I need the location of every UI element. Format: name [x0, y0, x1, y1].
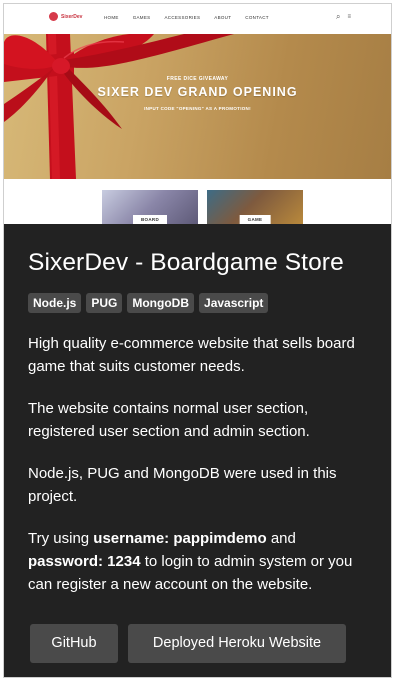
tech-tags: Node.js PUG MongoDB Javascript	[28, 293, 367, 313]
hero-kicker: FREE DICE GIVEAWAY	[166, 76, 229, 82]
project-card: SixerDev HOME GAMES ACCESSORIES ABOUT CO…	[3, 3, 392, 678]
tag-javascript: Javascript	[199, 293, 269, 313]
deployed-website-button[interactable]: Deployed Heroku Website	[128, 624, 346, 663]
logo-text: SixerDev	[61, 13, 83, 20]
nav-icons: ⌕ ≡	[336, 13, 351, 21]
login-text-1: Try using	[28, 530, 94, 547]
nav-games[interactable]: GAMES	[133, 15, 151, 20]
description-3: Node.js, PUG and MongoDB were used in th…	[28, 465, 337, 505]
github-button[interactable]: GitHub	[30, 624, 118, 663]
hero-subtitle: INPUT CODE "OPENING" AS A PROMOTION!	[144, 106, 251, 111]
nav-home[interactable]: HOME	[104, 15, 119, 20]
site-logo[interactable]: SixerDev	[49, 12, 82, 21]
hero-banner[interactable]: FREE DICE GIVEAWAY SIXER DEV GRAND OPENI…	[4, 34, 391, 179]
tag-nodejs: Node.js	[28, 293, 82, 313]
search-icon[interactable]: ⌕	[336, 13, 340, 21]
nav-accessories[interactable]: ACCESSORIES	[164, 15, 200, 20]
tag-mongodb: MongoDB	[127, 293, 195, 313]
login-text-2: and	[266, 530, 296, 547]
project-title: SixerDev - Boardgame Store	[28, 249, 344, 276]
category-thumbnails: BOARD GAME	[4, 190, 391, 224]
thumb-board[interactable]: BOARD	[102, 190, 198, 224]
thumb-game[interactable]: GAME	[207, 190, 303, 224]
nav-about[interactable]: ABOUT	[214, 15, 231, 20]
description-1: High quality e-commerce website that sel…	[28, 335, 355, 375]
description-2: The website contains normal user section…	[28, 400, 310, 440]
thumb-game-label: GAME	[239, 215, 271, 224]
hero-title: SIXER DEV GRAND OPENING	[97, 85, 298, 99]
project-links: GitHub Deployed Heroku Website	[30, 624, 346, 663]
nav-links: HOME GAMES ACCESSORIES ABOUT CONTACT	[104, 15, 269, 20]
demo-password: password: 1234	[28, 553, 141, 570]
demo-username: username: pappimdemo	[93, 530, 267, 547]
project-screenshot: SixerDev HOME GAMES ACCESSORIES ABOUT CO…	[4, 4, 391, 224]
dice-logo-icon	[49, 12, 58, 21]
tag-pug: PUG	[86, 293, 123, 313]
thumb-board-label: BOARD	[133, 215, 167, 224]
login-instructions: Try using username: pappimdemo and passw…	[28, 527, 367, 596]
nav-contact[interactable]: CONTACT	[245, 15, 269, 20]
site-nav: SixerDev HOME GAMES ACCESSORIES ABOUT CO…	[4, 4, 391, 34]
project-info-panel: SixerDev - Boardgame Store Node.js PUG M…	[4, 224, 391, 677]
menu-icon[interactable]: ≡	[347, 14, 351, 20]
